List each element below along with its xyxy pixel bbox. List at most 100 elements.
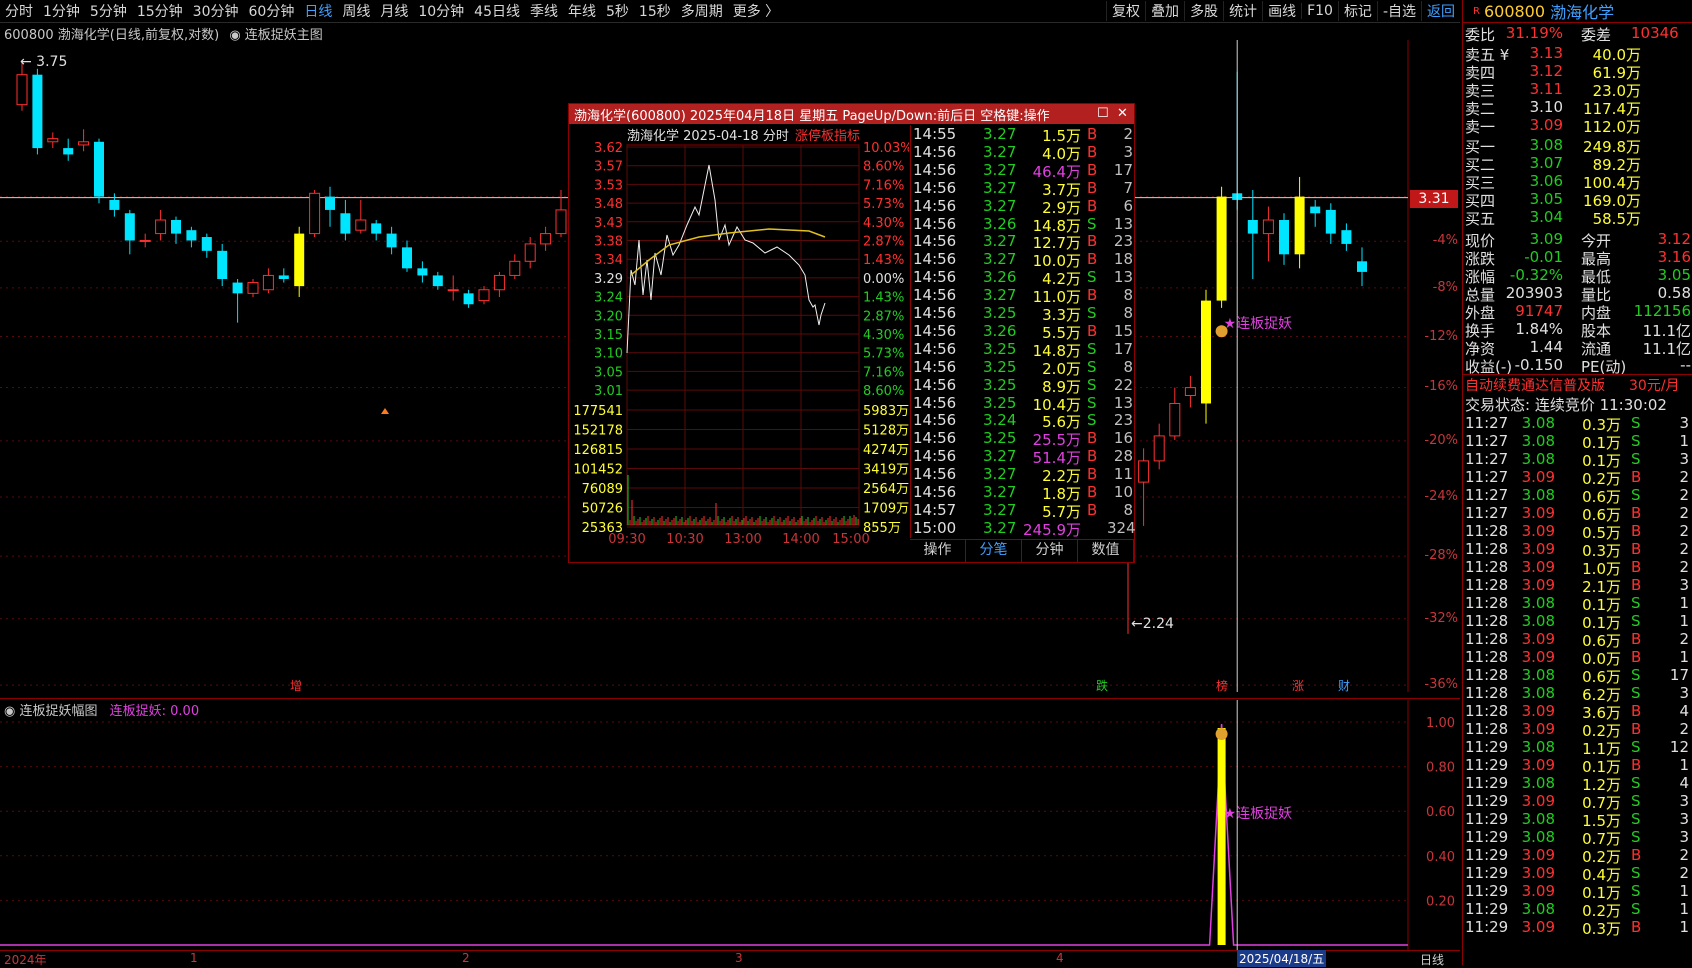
- popup-pct-label: 0.00%: [863, 272, 904, 287]
- trade-price: 3.25: [983, 357, 1017, 376]
- timeframe-tab[interactable]: 15秒: [634, 1, 676, 21]
- ad-price[interactable]: 30元/月: [1629, 375, 1680, 395]
- candle: [1357, 247, 1367, 287]
- timeframe-tab[interactable]: 分时: [0, 1, 38, 21]
- sub-axis-label: 0.20: [1426, 894, 1455, 909]
- candle: [478, 286, 490, 305]
- trade-time: 14:56: [913, 232, 957, 251]
- ad-banner[interactable]: 自动续费通达信普及版 30元/月: [1463, 374, 1692, 395]
- timeframe-tab[interactable]: 60分钟: [244, 1, 300, 21]
- tool-button[interactable]: 复权: [1106, 1, 1145, 21]
- trade-side: S: [1087, 304, 1097, 322]
- event-marker[interactable]: 涨: [1292, 678, 1304, 692]
- bid-volume: 58.5万: [1592, 210, 1641, 228]
- trade-price: 3.25: [983, 393, 1017, 412]
- trade-side: S: [1087, 214, 1097, 233]
- popup-time-label: 14:00: [782, 532, 819, 547]
- timeframe-tab[interactable]: 月线: [375, 1, 413, 21]
- timeframe-tab[interactable]: 周线: [337, 1, 375, 21]
- timeframe-tab[interactable]: 更多 〉: [728, 1, 784, 21]
- tick-price: 3.08: [1521, 486, 1555, 504]
- trade-time: 14:56: [913, 178, 957, 197]
- tick-count: 2: [1679, 540, 1689, 558]
- intraday-popup[interactable]: 渤海化学(600800) 2025年04月18日 星期五 PageUp/Down…: [568, 103, 1136, 563]
- tick-time: 11:29: [1465, 828, 1509, 846]
- trade-count: 17: [1113, 160, 1133, 179]
- bid-row: 买五 3.04 58.5万: [1463, 208, 1692, 228]
- trade-side: B: [1087, 142, 1098, 161]
- popup-tab[interactable]: 分笔: [966, 540, 1022, 562]
- tool-button[interactable]: 多股: [1184, 1, 1223, 21]
- popup-tab[interactable]: 操作: [910, 540, 966, 562]
- event-marker[interactable]: 财: [1338, 679, 1350, 692]
- trade-price: 3.27: [983, 286, 1017, 305]
- money-bag-icon: [1215, 325, 1228, 338]
- weibi-value: 31.19%: [1505, 24, 1563, 42]
- trade-price: 3.27: [983, 518, 1017, 537]
- trade-price: 3.26: [983, 268, 1017, 287]
- timeframe-tab[interactable]: 30分钟: [188, 1, 244, 21]
- trade-time: 14:56: [913, 142, 957, 161]
- tick-price: 3.09: [1521, 792, 1555, 810]
- maximize-icon[interactable]: ☐: [1097, 106, 1109, 121]
- trade-count: 13: [1113, 393, 1133, 412]
- tick-row: 11:28 3.09 0.2万 B 2: [1463, 720, 1692, 740]
- tool-button[interactable]: 返回: [1421, 1, 1460, 21]
- close-icon[interactable]: ✕: [1117, 106, 1128, 121]
- ad-text[interactable]: 自动续费通达信普及版: [1465, 375, 1605, 395]
- timeframe-tab[interactable]: 10分钟: [413, 1, 469, 21]
- popup-price-label: 3.05: [594, 365, 623, 380]
- ask-price: 3.09: [1529, 116, 1563, 134]
- popup-price-label: 3.20: [594, 309, 623, 324]
- stat-value: -0.01: [1524, 248, 1563, 266]
- timeframe-tab[interactable]: 15分钟: [132, 1, 188, 21]
- tool-button[interactable]: 统计: [1223, 1, 1262, 21]
- trade-side: B: [1087, 500, 1098, 519]
- tick-count: 2: [1679, 846, 1689, 864]
- indicator-chart[interactable]: 1.00 0.80 0.60 0.40 0.20 ★连板捉妖: [0, 700, 1460, 950]
- ask-row: 卖四 3.12 61.9万: [1463, 62, 1692, 82]
- tick-row: 11:27 3.08 0.1万 S 3: [1463, 450, 1692, 470]
- popup-price-label: 3.24: [594, 291, 623, 306]
- trade-price: 3.25: [983, 339, 1017, 358]
- pct-axis-label: -32%: [1424, 610, 1458, 626]
- tick-count: 2: [1679, 504, 1689, 522]
- tick-side: S: [1631, 774, 1641, 792]
- popup-vol-label: 101452: [573, 463, 623, 478]
- timeframe-tab[interactable]: 多周期: [676, 1, 728, 21]
- timeframe-tab[interactable]: 1分钟: [38, 1, 85, 21]
- tick-price: 3.09: [1521, 918, 1555, 936]
- timeframe-tab[interactable]: 年线: [563, 1, 601, 21]
- tool-button[interactable]: 标记: [1337, 1, 1377, 21]
- tick-side: S: [1631, 612, 1641, 630]
- tick-count: 1: [1679, 432, 1689, 450]
- popup-tab[interactable]: 数值: [1078, 540, 1134, 562]
- popup-chart-canvas[interactable]: 3.62 10.03% 3.57 8.60% 3.53 7.16% 3.48 5.73% 3.4…: [569, 125, 909, 562]
- timeframe-tab[interactable]: 季线: [525, 1, 563, 21]
- tick-row: 11:29 3.09 0.7万 S 3: [1463, 792, 1692, 812]
- tool-button[interactable]: 画线: [1262, 1, 1301, 21]
- timeframe-tab[interactable]: 5分钟: [85, 1, 132, 21]
- tick-price: 3.09: [1521, 504, 1555, 522]
- tick-time: 11:29: [1465, 738, 1509, 756]
- pane-divider: [0, 698, 1460, 699]
- popup-pct-label: 2.87%: [863, 309, 904, 324]
- tool-button[interactable]: F10: [1301, 3, 1338, 19]
- timeframe-tab[interactable]: 45日线: [469, 1, 525, 21]
- timeframe-tab[interactable]: 5秒: [601, 1, 634, 21]
- stat-value: --: [1680, 356, 1691, 374]
- tick-count: 2: [1679, 630, 1689, 648]
- event-marker[interactable]: 增: [290, 679, 302, 692]
- tick-count: 3: [1679, 828, 1689, 846]
- event-marker[interactable]: 榜: [1216, 678, 1228, 692]
- tool-button[interactable]: 叠加: [1145, 1, 1184, 21]
- popup-title-bar[interactable]: 渤海化学(600800) 2025年04月18日 星期五 PageUp/Down…: [569, 104, 1134, 124]
- event-marker[interactable]: 跌: [1096, 678, 1108, 692]
- popup-pct-label: 1.43%: [863, 253, 904, 268]
- popup-trade-row: 14:56 3.26 5.5万 B 15: [911, 322, 1135, 342]
- timeframe-tab[interactable]: 日线: [299, 1, 337, 21]
- tick-count: 1: [1679, 612, 1689, 630]
- tool-button[interactable]: -自选: [1376, 1, 1421, 21]
- tick-count: 3: [1679, 792, 1689, 810]
- popup-tab[interactable]: 分钟: [1022, 540, 1078, 562]
